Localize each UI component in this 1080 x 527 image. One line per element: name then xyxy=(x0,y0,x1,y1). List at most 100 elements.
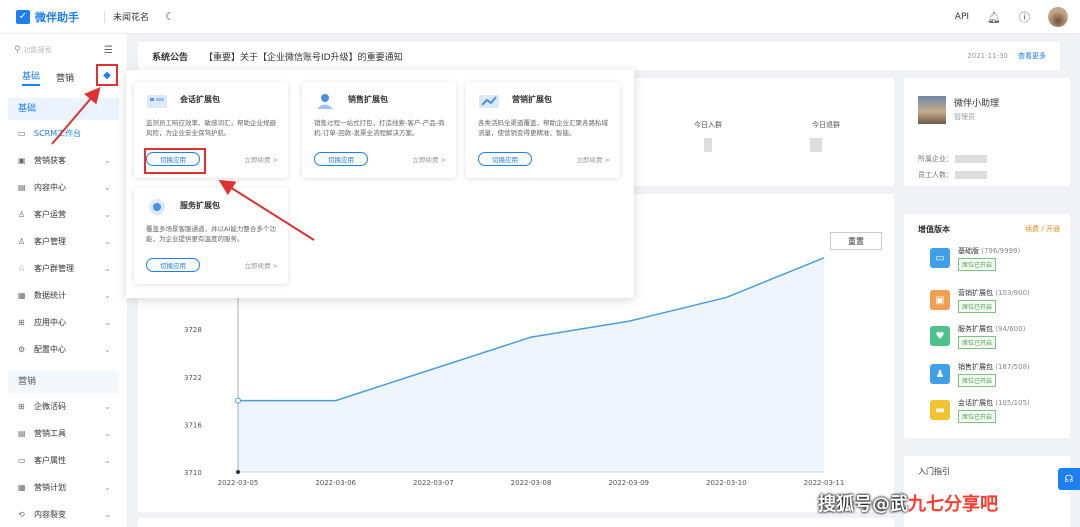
monitor-icon: ▭ xyxy=(930,248,950,268)
sidebar-item-scrm-workbench[interactable]: ▭ SCRM工作台 xyxy=(0,120,127,147)
sidebar-item-content[interactable]: ▤ 内容中心 ⌄ xyxy=(0,174,127,201)
corp-name[interactable]: 未闻花名 xyxy=(113,10,149,23)
renew-link[interactable]: 立即续费 > xyxy=(412,154,446,164)
data-point xyxy=(235,397,241,404)
profile-avatar xyxy=(918,96,946,124)
announcement-text[interactable]: 【重要】关于【企业微信账号ID升级】的重要通知 xyxy=(204,50,967,63)
section-marketing: 营销 xyxy=(8,371,119,393)
app-logo[interactable]: ✓ 微伴助手 xyxy=(16,9,96,25)
acquisition-icon: ▣ xyxy=(18,156,26,165)
chevron-down-icon: ⌄ xyxy=(104,210,111,219)
profile-card: 微伴小助理 管理员 所属企业： 员工人数： xyxy=(904,78,1070,186)
plan-item-basic: ▭ 基础版 (796/9999) 席位已开启 xyxy=(930,244,1058,276)
stat-label-join: 今日入群 xyxy=(694,121,722,129)
attribute-icon: ▭ xyxy=(18,456,26,465)
switch-app-button[interactable]: 切换应用 xyxy=(478,152,532,166)
tab-basic[interactable]: 基础 xyxy=(22,69,41,86)
sidebar-item-customer-ops[interactable]: ♙ 客户运营 ⌄ xyxy=(0,201,127,228)
stat-label-leave: 今日退群 xyxy=(812,121,840,129)
divider xyxy=(104,10,105,23)
sidebar-item-customer-mgmt[interactable]: ♙ 客户管理 ⌄ xyxy=(0,228,127,255)
app-name: 微伴助手 xyxy=(35,10,79,24)
package-card-marketing[interactable]: 营销扩展包 各类活码全渠道覆盖，帮助企业汇聚各路私域流量，使营销变得更精准、智能… xyxy=(466,82,620,178)
blurred-value xyxy=(810,138,822,152)
extension-button[interactable]: ◆ xyxy=(96,64,118,86)
api-link[interactable]: API xyxy=(955,12,969,22)
search-icon: ⚲ xyxy=(14,45,21,55)
announcement-more-link[interactable]: 查看更多 xyxy=(1018,51,1046,61)
sidebar-item-apps[interactable]: ⊞ 应用中心 ⌄ xyxy=(0,309,127,336)
sidebar-item-wecom-code[interactable]: ⊞ 企微活码 ⌄ xyxy=(0,393,127,420)
marketing-package-icon xyxy=(479,95,499,108)
blurred-value xyxy=(704,138,712,152)
cube-icon: ◆ xyxy=(103,69,111,81)
sidebar-item-config[interactable]: ⚙ 配置中心 ⌄ xyxy=(0,336,127,363)
chat-icon: ▬ xyxy=(930,400,950,420)
sidebar-item-plans[interactable]: ▦ 营销计划 ⌄ xyxy=(0,474,127,501)
logo-check-icon: ✓ xyxy=(16,9,30,24)
y-tick-label: 3716 xyxy=(184,421,202,429)
renew-link[interactable]: 立即续费 > xyxy=(244,260,278,270)
plan-item-chat: ▬ 会话扩展包 (105/105) 席位已开启 xyxy=(930,396,1058,428)
support-chat-button[interactable]: ☊ xyxy=(1058,468,1080,490)
apps-icon: ⊞ xyxy=(18,318,25,327)
heart-icon: ♥ xyxy=(930,326,950,346)
x-tick-label: 2022-03-11 xyxy=(804,479,845,487)
profile-role: 管理员 xyxy=(954,113,975,121)
sidebar-item-attributes[interactable]: ▭ 客户属性 ⌄ xyxy=(0,447,127,474)
plan-item-marketing: ▣ 营销扩展包 (103/900) 席位已开启 xyxy=(930,286,1058,318)
axis-origin-point xyxy=(236,470,240,474)
status-badge: 席位已开启 xyxy=(958,336,997,349)
y-tick-label: 3722 xyxy=(184,374,202,382)
x-tick-label: 2022-03-08 xyxy=(511,479,552,487)
help-icon[interactable]: ⓘ xyxy=(1019,9,1030,25)
status-badge: 席位已开启 xyxy=(958,300,997,313)
profile-staff: 员工人数： xyxy=(918,170,987,180)
package-card-service[interactable]: 服务扩展包 覆盖多场景客服通道，并以AI能力整合多个功能，为企业提供更有温度的服… xyxy=(134,188,288,284)
moon-icon[interactable]: ☾ xyxy=(165,10,175,23)
plan-icon: ▦ xyxy=(18,483,26,492)
renew-link[interactable]: 立即续费 > xyxy=(576,154,610,164)
chevron-down-icon: ⌄ xyxy=(104,264,111,273)
plans-title: 增值版本 xyxy=(918,225,950,234)
x-tick-label: 2022-03-09 xyxy=(608,479,649,487)
y-tick-label: 3710 xyxy=(184,469,202,477)
section-basic: 基础 xyxy=(8,98,119,120)
switch-app-button[interactable]: 切换应用 xyxy=(314,152,368,166)
search-input[interactable]: 功能搜索 xyxy=(24,45,104,55)
marketing-icon: ▣ xyxy=(930,290,950,310)
chat-package-icon xyxy=(147,95,167,108)
status-badge: 席位已开启 xyxy=(958,410,997,423)
tab-marketing[interactable]: 营销 xyxy=(56,71,74,84)
avatar[interactable] xyxy=(1048,7,1068,27)
menu-icon[interactable]: ☰ xyxy=(104,45,113,56)
gear-icon: ⚙ xyxy=(18,345,26,354)
tools-icon: ▤ xyxy=(18,429,26,438)
status-badge: 席位已开启 xyxy=(958,258,997,271)
group-icon: ♘ xyxy=(18,264,26,273)
announcement-label: 系统公告 xyxy=(152,52,189,63)
sidebar-item-statistics[interactable]: ▦ 数据统计 ⌄ xyxy=(0,282,127,309)
renew-link[interactable]: 立即续费 > xyxy=(244,154,278,164)
package-card-sales[interactable]: 销售扩展包 销售过程一站式打包，打造线索-客户-产品-商机-订单-回款-发票全流… xyxy=(302,82,456,178)
sidebar-item-fission[interactable]: ⟲ 内容裂变 ⌄ xyxy=(0,501,127,527)
renew-link[interactable]: 续费 / 开通 xyxy=(1025,224,1060,234)
switch-app-button[interactable]: 切换应用 xyxy=(146,258,200,272)
bell-icon[interactable]: 🔔︎ xyxy=(987,11,1001,24)
fission-icon: ⟲ xyxy=(18,510,25,519)
sidebar-item-group-mgmt[interactable]: ♘ 客户群管理 ⌄ xyxy=(0,255,127,282)
chevron-down-icon: ⌄ xyxy=(104,456,111,465)
chevron-down-icon: ⌄ xyxy=(104,429,111,438)
users-icon: ♟ xyxy=(930,364,950,384)
blurred-value xyxy=(955,155,987,163)
guide-title: 入门指引 xyxy=(918,467,950,476)
status-badge: 席位已开启 xyxy=(958,374,997,387)
chevron-down-icon: ⌄ xyxy=(104,402,111,411)
plans-card: 增值版本 续费 / 开通 ▭ 基础版 (796/9999) 席位已开启 ▣ 营销… xyxy=(904,214,1070,438)
chevron-down-icon: ⌄ xyxy=(104,345,111,354)
headset-icon: ☊ xyxy=(1064,473,1074,485)
sidebar-item-tools[interactable]: ▤ 营销工具 ⌄ xyxy=(0,420,127,447)
sidebar-search[interactable]: ⚲ 功能搜索 ☰ xyxy=(0,36,127,64)
sidebar-item-acquisition[interactable]: ▣ 营销获客 ⌄ xyxy=(0,147,127,174)
x-tick-label: 2022-03-06 xyxy=(315,479,356,487)
